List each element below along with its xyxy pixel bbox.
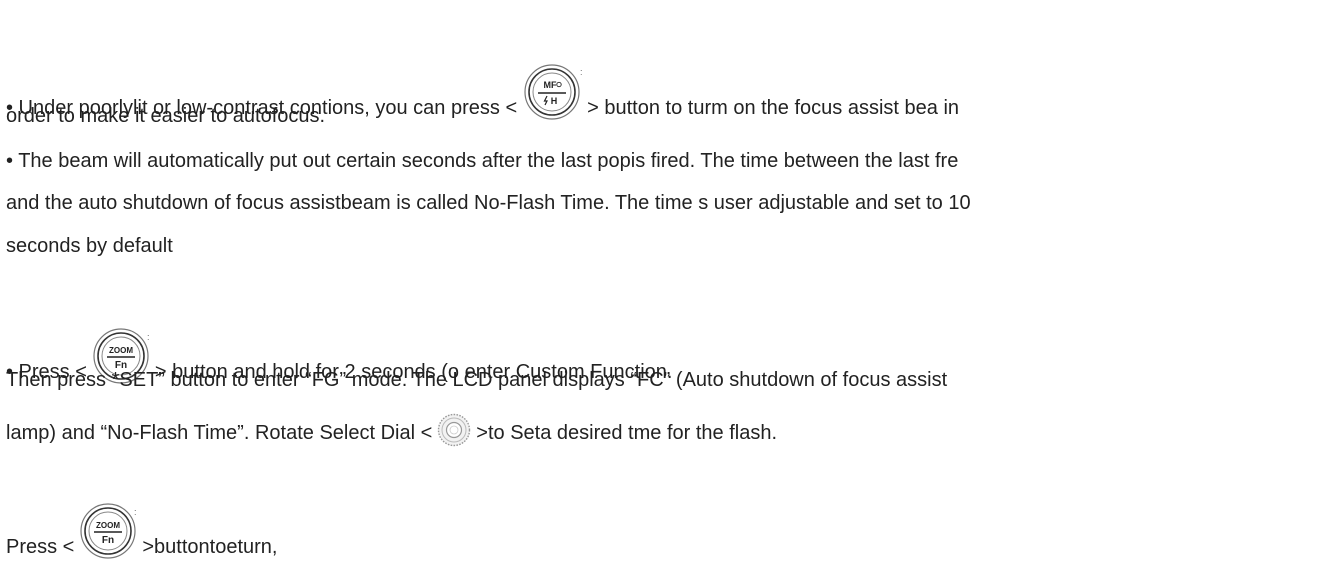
svg-text:MF: MF [544, 80, 557, 90]
select-dial-icon [434, 413, 474, 447]
p4-suffix: >to Seta desired tme for the flash. [476, 422, 778, 444]
p5-prefix: Press < [6, 536, 75, 558]
svg-text::: : [134, 507, 137, 517]
p1-line1: • Under poorlylit or low-contrast contio… [6, 62, 959, 120]
p4-line2: lamp) and “No-Flash Time”. Rotate Select… [6, 413, 777, 447]
mf-flash-h-button-icon: MF H : [519, 62, 585, 122]
svg-text:ZOOM: ZOOM [96, 521, 120, 530]
zoom-fn-button-icon: ZOOM Fn : [76, 501, 140, 561]
p3-line1: • Press < ZOOM Fn : > button and hold fo… [6, 326, 672, 384]
svg-text:H: H [551, 96, 558, 106]
p2-line1: • The beam will automatically put out ce… [6, 150, 959, 172]
p4-line1: Then press *SET” button to enter “FG” mo… [6, 369, 948, 391]
p2-line3: seconds by default [6, 235, 173, 257]
svg-text:Fn: Fn [102, 535, 114, 546]
manual-page: • Under poorlylit or low-contrast contio… [0, 0, 1337, 559]
p5-suffix: >buttontoeturn, [142, 536, 278, 558]
p1-line2: order to make it easier to autofocus. [6, 105, 326, 127]
svg-text::: : [147, 332, 150, 342]
p5-line1: Press < ZOOM Fn : >buttontoeturn, [6, 501, 277, 559]
p4-prefix: lamp) and “No-Flash Time”. Rotate Select… [6, 422, 433, 444]
svg-text:ZOOM: ZOOM [109, 346, 133, 355]
p1-suffix: > button to turm on the focus assist bea… [587, 97, 960, 119]
svg-text::: : [580, 67, 583, 77]
p2-line2: and the auto shutdown of focus assistbea… [6, 192, 971, 214]
